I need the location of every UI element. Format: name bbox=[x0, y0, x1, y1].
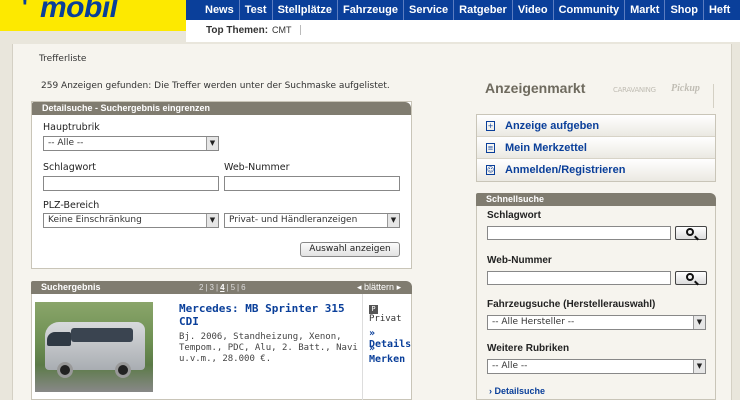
chevron-down-icon: ▼ bbox=[693, 316, 705, 329]
topic-link-cmt[interactable]: CMT bbox=[272, 25, 301, 35]
anzeigenmarkt-title: Anzeigenmarkt bbox=[485, 80, 586, 96]
result-title: Suchergebnis bbox=[41, 282, 101, 292]
divider bbox=[713, 84, 714, 108]
plz-value: Keine Einschränkung bbox=[48, 215, 142, 225]
seller-type-label: Privat bbox=[369, 314, 402, 324]
quick-search-panel: Schnellsuche Schlagwort Web-Nummer Fahrz… bbox=[476, 193, 716, 400]
result-actions: PPrivat » Details » Merken bbox=[362, 294, 412, 400]
nav-item-test[interactable]: Test bbox=[240, 0, 273, 20]
detailsuche-link[interactable]: › Detailsuche bbox=[489, 386, 545, 396]
hersteller-value: -- Alle Hersteller -- bbox=[492, 317, 575, 327]
rubriken-label: Weitere Rubriken bbox=[487, 343, 570, 354]
seller-type: PPrivat bbox=[369, 304, 412, 324]
search-icon bbox=[686, 273, 694, 281]
nav-item-community[interactable]: Community bbox=[554, 0, 626, 20]
quick-webnummer-label: Web-Nummer bbox=[487, 255, 552, 266]
vehicle-thumbnail[interactable] bbox=[35, 302, 153, 392]
nav-item-shop[interactable]: Shop bbox=[665, 0, 704, 20]
schlagwort-label: Schlagwort bbox=[43, 162, 96, 173]
page-link[interactable]: 5 bbox=[229, 283, 237, 292]
quick-schlagwort-label: Schlagwort bbox=[487, 210, 541, 221]
hersteller-select[interactable]: -- Alle Hersteller -- ▼ bbox=[487, 315, 706, 330]
nav-item-ratgeber[interactable]: Ratgeber bbox=[454, 0, 513, 20]
detail-search-title: Detailsuche - Suchergebnis eingrenzen bbox=[32, 102, 411, 115]
menu-label: Mein Merkzettel bbox=[505, 142, 587, 154]
result-description: Bj. 2006, Standheizung, Xenon, Tempom., … bbox=[179, 332, 358, 364]
hauptrubrik-label: Hauptrubrik bbox=[43, 122, 100, 133]
chevron-down-icon: ▼ bbox=[206, 214, 218, 227]
plus-icon: + bbox=[486, 121, 495, 131]
main-nav: News Test Stellplätze Fahrzeuge Service … bbox=[200, 0, 735, 20]
hersteller-label: Fahrzeugsuche (Herstellerauswahl) bbox=[487, 299, 656, 310]
page-link[interactable]: 3 bbox=[208, 283, 216, 292]
nav-item-markt[interactable]: Markt bbox=[625, 0, 666, 20]
page-content: Trefferliste 259 Anzeigen gefunden: Die … bbox=[12, 44, 732, 400]
plz-label: PLZ-Bereich bbox=[43, 200, 100, 211]
logo-quote: ' bbox=[22, 0, 28, 21]
quick-webnummer-search-button[interactable] bbox=[675, 271, 707, 285]
hauptrubrik-value: -- Alle -- bbox=[48, 138, 84, 148]
van-window bbox=[71, 328, 133, 342]
result-header: Suchergebnis 2 | 3 | 4 | 5 | 6 ◂ blättern ▸ bbox=[31, 281, 412, 294]
quick-schlagwort-search-button[interactable] bbox=[675, 226, 707, 240]
plz-select[interactable]: Keine Einschränkung ▼ bbox=[43, 213, 219, 228]
menu-mein-merkzettel[interactable]: ≡ Mein Merkzettel bbox=[477, 137, 715, 159]
pagination: 2 | 3 | 4 | 5 | 6 bbox=[197, 283, 247, 292]
menu-label: Anmelden/Registrieren bbox=[505, 164, 626, 176]
site-logo[interactable]: ' mobil bbox=[0, 0, 186, 31]
quick-webnummer-input[interactable] bbox=[487, 271, 671, 285]
van-windshield bbox=[47, 332, 71, 346]
logo-text: mobil bbox=[40, 0, 118, 24]
menu-anmelden[interactable]: ☺ Anmelden/Registrieren bbox=[477, 159, 715, 181]
webnummer-label: Web-Nummer bbox=[224, 162, 290, 173]
rubriken-value: -- Alle -- bbox=[492, 361, 528, 371]
rubriken-select[interactable]: -- Alle -- ▼ bbox=[487, 359, 706, 374]
menu-label: Anzeige aufgeben bbox=[505, 120, 600, 132]
nav-item-video[interactable]: Video bbox=[513, 0, 554, 20]
page-link-current[interactable]: 4 bbox=[218, 283, 226, 292]
hauptrubrik-select[interactable]: -- Alle -- ▼ bbox=[43, 136, 219, 151]
chevron-down-icon: ▼ bbox=[693, 360, 705, 373]
next-page-link[interactable]: ◂ blättern ▸ bbox=[357, 281, 401, 294]
detail-search-panel: Detailsuche - Suchergebnis eingrenzen Ha… bbox=[31, 101, 412, 269]
quick-schlagwort-input[interactable] bbox=[487, 226, 671, 240]
schlagwort-input[interactable] bbox=[43, 176, 219, 191]
nav-item-fahrzeuge[interactable]: Fahrzeuge bbox=[338, 0, 404, 20]
menu-anzeige-aufgeben[interactable]: + Anzeige aufgeben bbox=[477, 115, 715, 137]
next-page-label: blättern bbox=[364, 282, 395, 292]
merken-link[interactable]: » Merken bbox=[369, 343, 412, 365]
page-link[interactable]: 6 bbox=[239, 283, 247, 292]
result-item: Mercedes: MB Sprinter 315 CDI Bj. 2006, … bbox=[31, 294, 412, 400]
page-link[interactable]: 2 bbox=[197, 283, 205, 292]
anbieter-select[interactable]: Privat- und Händleranzeigen ▼ bbox=[224, 213, 400, 228]
top-topics-label: Top Themen: bbox=[206, 25, 269, 36]
result-count-text: 259 Anzeigen gefunden: Die Treffer werde… bbox=[41, 81, 390, 91]
van-wheel bbox=[115, 362, 131, 378]
auswahl-anzeigen-button[interactable]: Auswahl anzeigen bbox=[300, 242, 400, 257]
nav-item-news[interactable]: News bbox=[200, 0, 240, 20]
quick-search-title: Schnellsuche bbox=[476, 193, 716, 206]
private-seller-icon: P bbox=[369, 305, 378, 314]
nav-item-stellplaetze[interactable]: Stellplätze bbox=[273, 0, 338, 20]
chevron-down-icon: ▼ bbox=[206, 137, 218, 150]
nav-item-heft[interactable]: Heft bbox=[704, 0, 735, 20]
nav-item-service[interactable]: Service bbox=[404, 0, 455, 20]
search-icon bbox=[686, 228, 694, 236]
brand-pickup-logo[interactable]: Pickup bbox=[671, 83, 700, 94]
webnummer-input[interactable] bbox=[224, 176, 400, 191]
breadcrumb: Trefferliste bbox=[39, 54, 87, 64]
brand-caravaning-logo[interactable]: CARAVANING bbox=[613, 86, 656, 94]
market-menu: + Anzeige aufgeben ≡ Mein Merkzettel ☺ A… bbox=[476, 114, 716, 182]
result-title-link[interactable]: Mercedes: MB Sprinter 315 CDI bbox=[179, 302, 359, 328]
chevron-down-icon: ▼ bbox=[387, 214, 399, 227]
quick-search-body: Schlagwort Web-Nummer Fahrzeugsuche (Her… bbox=[476, 206, 716, 400]
notes-icon: ≡ bbox=[486, 143, 495, 153]
anbieter-value: Privat- und Händleranzeigen bbox=[229, 215, 358, 225]
user-icon: ☺ bbox=[486, 165, 495, 175]
van-wheel bbox=[57, 362, 73, 378]
top-topics-bar: Top Themen: CMT bbox=[186, 20, 740, 42]
